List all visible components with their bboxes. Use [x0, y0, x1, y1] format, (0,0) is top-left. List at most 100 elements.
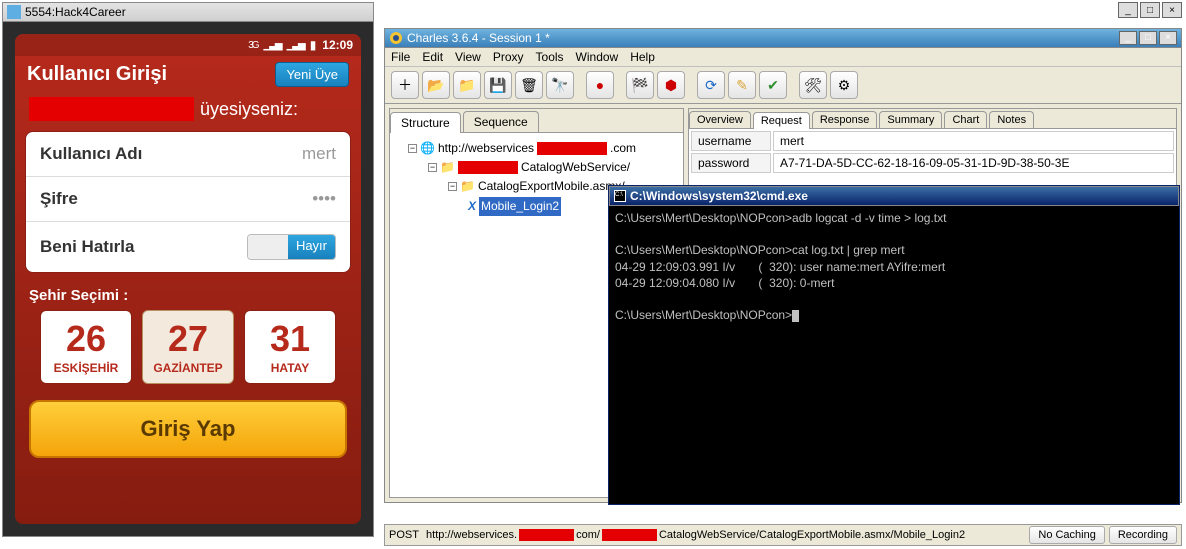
redacted-path: [602, 529, 657, 541]
tab-notes[interactable]: Notes: [989, 111, 1034, 128]
status-url: POST http://webservices.com/CatalogWebSe…: [389, 529, 1025, 541]
folder-icon: 📁: [460, 177, 475, 196]
tools-icon[interactable]: 🛠: [799, 71, 827, 99]
edit-icon[interactable]: ✎: [728, 71, 756, 99]
redacted-brand: [29, 97, 194, 121]
remember-row: Beni Hatırla Hayır: [26, 222, 350, 272]
throttle-icon[interactable]: 🏁: [626, 71, 654, 99]
param-key: username: [691, 131, 771, 151]
username-row[interactable]: Kullanıcı Adı mert: [26, 132, 350, 177]
login-form: Kullanıcı Adı mert Şifre •••• Beni Hatır…: [25, 131, 351, 273]
right-tabs: Overview Request Response Summary Chart …: [689, 109, 1176, 129]
emulator-body: 3G ▁▃▅ ▁▃▅ ▮ 12:09 Kullanıcı Girişi Yeni…: [2, 22, 374, 537]
left-tabs: Structure Sequence: [390, 109, 683, 133]
tree-leaf: Mobile_Login2: [479, 197, 561, 216]
city-card[interactable]: 31 HATAY: [244, 310, 336, 384]
menu-file[interactable]: File: [391, 50, 410, 64]
recording-button[interactable]: Recording: [1109, 526, 1177, 544]
record-icon[interactable]: ●: [586, 71, 614, 99]
tab-structure[interactable]: Structure: [390, 112, 461, 133]
menu-proxy[interactable]: Proxy: [493, 50, 524, 64]
tab-summary[interactable]: Summary: [879, 111, 942, 128]
battery-icon: ▮: [310, 38, 317, 52]
city-card-selected[interactable]: 27 GAZİANTEP: [142, 310, 234, 384]
collapse-icon[interactable]: −: [428, 163, 437, 172]
tree-host-suffix: .com: [610, 139, 636, 158]
open-icon[interactable]: 📂: [422, 71, 450, 99]
password-row[interactable]: Şifre ••••: [26, 177, 350, 222]
menu-bar: File Edit View Proxy Tools Window Help: [385, 48, 1181, 67]
maximize-button[interactable]: □: [1139, 31, 1157, 45]
table-row[interactable]: password A7-71-DA-5D-CC-62-18-16-09-05-3…: [691, 153, 1174, 173]
emulator-icon: [7, 5, 21, 19]
no-caching-button[interactable]: No Caching: [1029, 526, 1104, 544]
password-value: ••••: [312, 189, 336, 209]
globe-icon: 🌐: [420, 139, 435, 158]
wifi-icon: ▁▃▅: [287, 40, 304, 51]
menu-tools[interactable]: Tools: [536, 50, 564, 64]
tree-path1-row[interactable]: − 📁 CatalogWebService/: [394, 158, 679, 177]
minimize-button[interactable]: _: [1119, 31, 1137, 45]
toolbar: ＋ 📂 📁 💾 🗑 🔭 ● 🏁 ⬢ ⟳ ✎ ✔ 🛠 ⚙: [385, 67, 1181, 104]
redacted-host: [519, 529, 574, 541]
username-value: mert: [302, 144, 336, 164]
repeat-icon[interactable]: ⟳: [697, 71, 725, 99]
validate-icon[interactable]: ✔: [759, 71, 787, 99]
close-button[interactable]: ×: [1159, 31, 1177, 45]
emulator-window: 5554:Hack4Career 3G ▁▃▅ ▁▃▅ ▮ 12:09 Kull…: [2, 2, 374, 537]
username-label: Kullanıcı Adı: [40, 144, 142, 164]
charles-title-text: Charles 3.6.4 - Session 1 *: [407, 31, 1119, 45]
cmd-terminal[interactable]: C:\Users\Mert\Desktop\NOPcon>adb logcat …: [609, 206, 1179, 504]
city-number: 26: [45, 321, 127, 357]
android-statusbar: 3G ▁▃▅ ▁▃▅ ▮ 12:09: [15, 34, 361, 56]
delete-icon[interactable]: 🗑: [515, 71, 543, 99]
tree-host-row[interactable]: − 🌐 http://webservices .com: [394, 139, 679, 158]
network-icon: 3G: [248, 40, 257, 51]
password-label: Şifre: [40, 189, 78, 209]
new-session-icon[interactable]: ＋: [391, 71, 419, 99]
redacted-path: [458, 161, 518, 174]
request-params-table: username mert password A7-71-DA-5D-CC-62…: [689, 129, 1176, 175]
table-row[interactable]: username mert: [691, 131, 1174, 151]
emulator-title-text: 5554:Hack4Career: [25, 5, 369, 19]
cmd-window: C:\Windows\system32\cmd.exe C:\Users\Mer…: [608, 185, 1180, 505]
city-card[interactable]: 26 ESKİŞEHİR: [40, 310, 132, 384]
menu-view[interactable]: View: [455, 50, 481, 64]
menu-help[interactable]: Help: [630, 50, 655, 64]
maximize-button[interactable]: □: [1140, 2, 1160, 18]
collapse-icon[interactable]: −: [408, 144, 417, 153]
charles-titlebar: Charles 3.6.4 - Session 1 * _ □ ×: [384, 28, 1182, 48]
tab-request[interactable]: Request: [753, 112, 810, 129]
status-time: 12:09: [322, 38, 353, 52]
menu-edit[interactable]: Edit: [422, 50, 443, 64]
cmd-icon: [614, 190, 626, 202]
find-icon[interactable]: 🔭: [546, 71, 574, 99]
minimize-button[interactable]: _: [1118, 2, 1138, 18]
city-name: ESKİŞEHİR: [45, 361, 127, 375]
city-section-label: Şehir Seçimi :: [15, 273, 361, 310]
close-button[interactable]: ×: [1162, 2, 1182, 18]
emulator-titlebar: 5554:Hack4Career: [2, 2, 374, 22]
menu-window[interactable]: Window: [576, 50, 619, 64]
breakpoint-icon[interactable]: ⬢: [657, 71, 685, 99]
host-window-controls: _ □ ×: [1118, 2, 1182, 18]
param-key: password: [691, 153, 771, 173]
remember-toggle[interactable]: Hayır: [247, 234, 336, 260]
tab-response[interactable]: Response: [812, 111, 878, 128]
member-prompt-text: üyesiyseniz:: [200, 99, 298, 120]
tab-chart[interactable]: Chart: [944, 111, 987, 128]
save-icon[interactable]: 💾: [484, 71, 512, 99]
status-method: POST: [389, 529, 419, 541]
login-button[interactable]: Giriş Yap: [29, 400, 347, 458]
new-member-button[interactable]: Yeni Üye: [275, 62, 349, 87]
tree-host-prefix: http://webservices: [438, 139, 534, 158]
tab-overview[interactable]: Overview: [689, 111, 751, 128]
close-session-icon[interactable]: 📁: [453, 71, 481, 99]
remember-label: Beni Hatırla: [40, 237, 134, 257]
tab-sequence[interactable]: Sequence: [463, 111, 539, 132]
settings-icon[interactable]: ⚙: [830, 71, 858, 99]
collapse-icon[interactable]: −: [448, 182, 457, 191]
param-value: A7-71-DA-5D-CC-62-18-16-09-05-31-1D-9D-3…: [773, 153, 1174, 173]
tree-path2: CatalogExportMobile.asmx/: [478, 177, 625, 196]
signal-icon: ▁▃▅: [264, 40, 281, 51]
